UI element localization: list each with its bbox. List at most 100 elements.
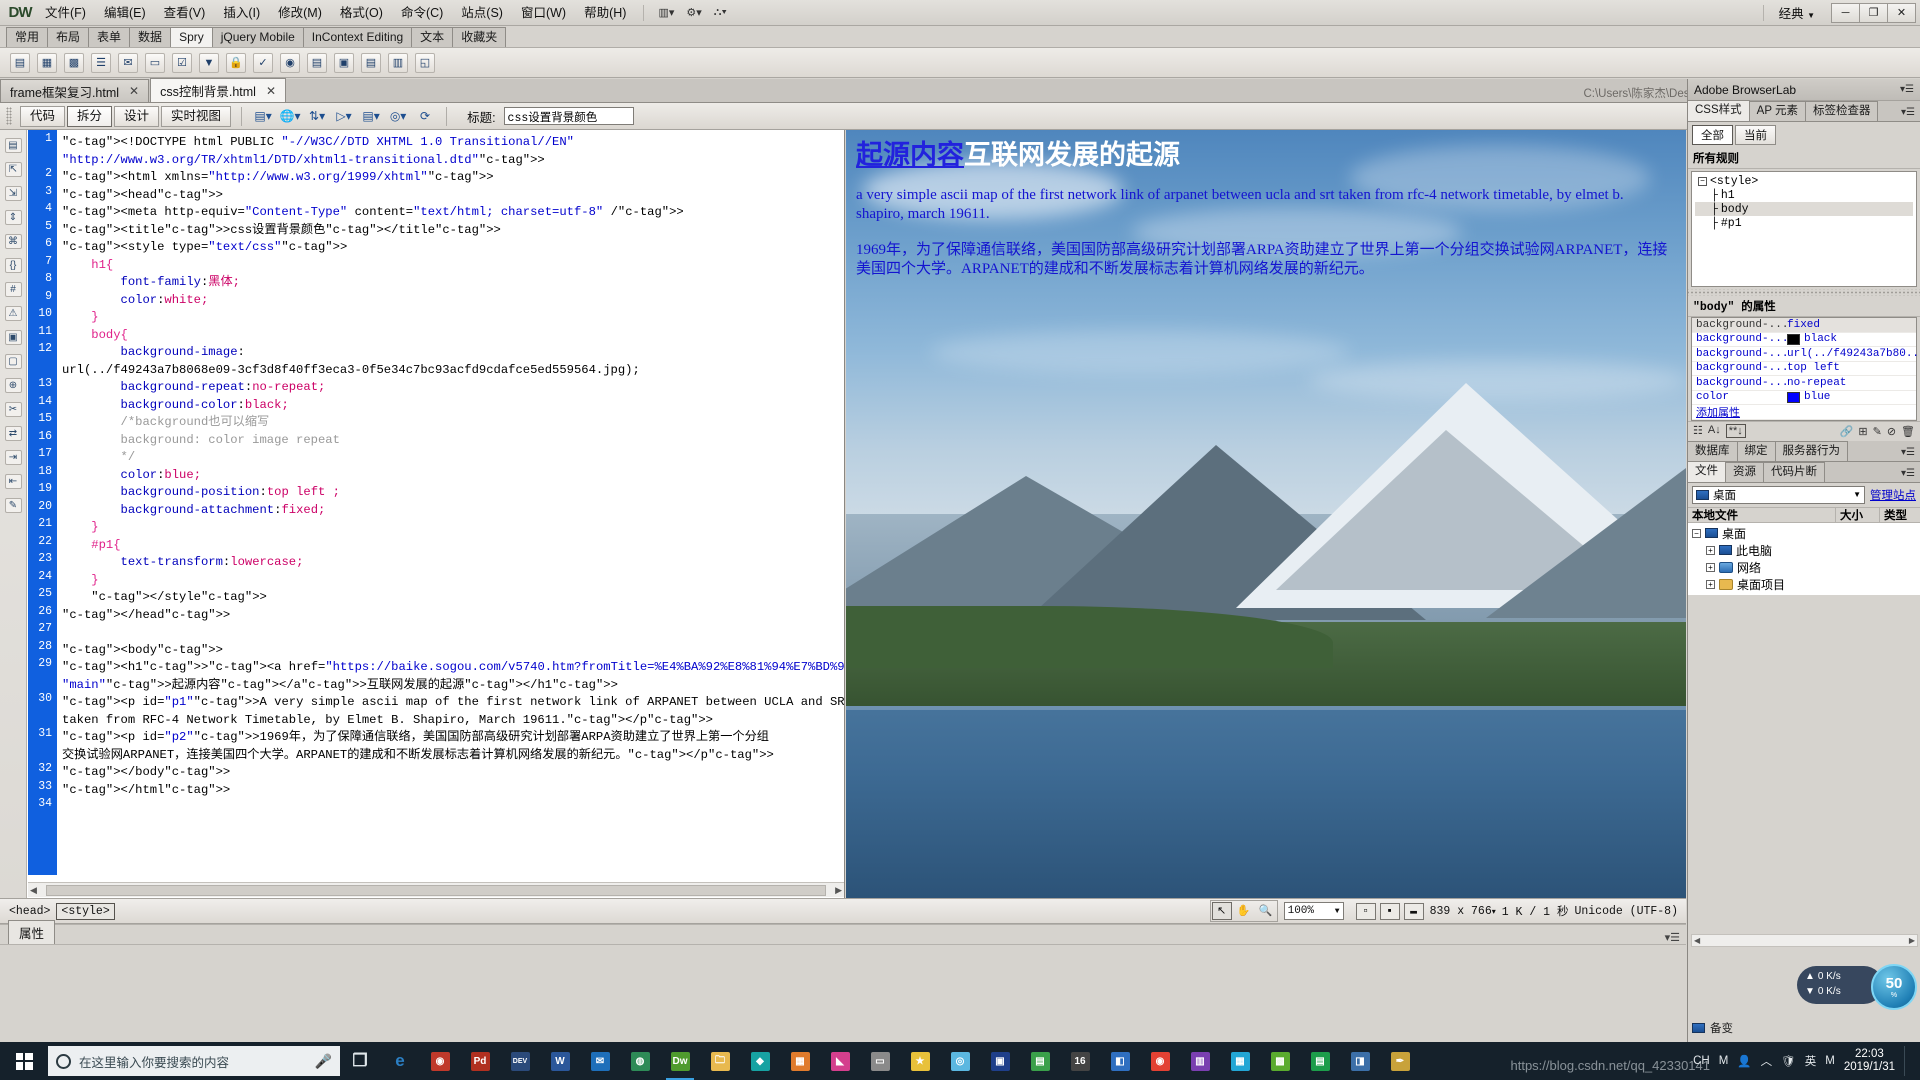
css-rule-3[interactable]: ├ #p1: [1695, 216, 1913, 230]
close-icon[interactable]: ✕: [266, 84, 276, 98]
css-property-row-3[interactable]: background-... top left: [1692, 362, 1916, 376]
manage-sites-link[interactable]: 管理站点: [1870, 487, 1916, 503]
app-yellow-icon[interactable]: ★: [900, 1042, 940, 1080]
css-property-row-4[interactable]: background-... no-repeat: [1692, 376, 1916, 391]
network-speed-widget[interactable]: ▲ 0 K/s ▼ 0 K/s 50 %: [1797, 964, 1917, 1010]
dreamweaver-icon[interactable]: Dw: [660, 1042, 700, 1080]
microphone-icon[interactable]: 🎤: [315, 1053, 332, 1070]
spry-menu-bar-icon[interactable]: ▤: [307, 52, 327, 73]
insert-tab-1[interactable]: 布局: [47, 27, 90, 47]
spry-validation-select-icon[interactable]: ▼: [199, 52, 219, 73]
css-mode-1[interactable]: 当前: [1735, 125, 1776, 145]
files-tab-1[interactable]: 资源: [1726, 461, 1764, 482]
toolbar-grip[interactable]: [6, 107, 12, 125]
check-browser-support-icon[interactable]: ⟳: [414, 106, 436, 126]
view-button-2[interactable]: 设计: [114, 105, 160, 127]
insert-tab-6[interactable]: InContext Editing: [302, 27, 413, 47]
app-lightblue-icon[interactable]: ◎: [940, 1042, 980, 1080]
open-documents-icon[interactable]: ▤: [4, 138, 22, 153]
css-property-row-2[interactable]: background-... url(../f49243a7b80...: [1692, 347, 1920, 362]
input-lang-icon[interactable]: 英: [1805, 1053, 1817, 1069]
insert-tab-7[interactable]: 文本: [411, 27, 454, 47]
delete-property-icon[interactable]: 🗑: [1901, 425, 1915, 438]
app-pen-icon[interactable]: ✒: [1380, 1042, 1420, 1080]
app-orange-icon[interactable]: ▦: [780, 1042, 820, 1080]
collapse-full-tag-icon[interactable]: ⇱: [4, 162, 22, 177]
css-properties-grid[interactable]: background-... fixed background-... black ba…: [1691, 317, 1920, 421]
page-title-input[interactable]: css设置背景颜色: [503, 107, 634, 125]
zoom-tool-icon[interactable]: 🔍: [1256, 902, 1276, 920]
insert-tab-5[interactable]: jQuery Mobile: [211, 27, 304, 47]
scroll-left-arrow-icon[interactable]: ◀: [30, 885, 37, 896]
menu-1[interactable]: 编辑(E): [95, 2, 155, 24]
css-property-value[interactable]: top left: [1787, 362, 1916, 374]
css-mode-0[interactable]: 全部: [1692, 125, 1733, 145]
properties-panel-menu-icon[interactable]: ▾☰: [1665, 931, 1686, 944]
menu-2[interactable]: 查看(V): [155, 2, 215, 24]
ime-indicator[interactable]: CH: [1693, 1055, 1710, 1067]
spry-region-icon[interactable]: ▦: [37, 52, 57, 73]
file-tree-row-1[interactable]: + 此电脑: [1688, 542, 1920, 559]
app-purple-icon[interactable]: ▥: [1180, 1042, 1220, 1080]
file-management-icon[interactable]: ▤▾: [252, 106, 274, 126]
scroll-left-arrow-icon[interactable]: ◀: [1694, 936, 1700, 945]
wrap-tag-icon[interactable]: ⊕: [4, 378, 22, 393]
spry-validation-text-field-icon[interactable]: ✉: [118, 52, 138, 73]
insert-tab-0[interactable]: 常用: [6, 27, 49, 47]
server-tab-0[interactable]: 数据库: [1688, 440, 1738, 461]
insert-tab-2[interactable]: 表单: [88, 27, 131, 47]
view-button-1[interactable]: 拆分: [67, 105, 113, 127]
show-hidden-icons-chevron[interactable]: ︿: [1761, 1053, 1773, 1069]
new-css-rule-icon[interactable]: ⊞: [1858, 425, 1867, 438]
outdent-code-icon[interactable]: ⇤: [4, 474, 22, 489]
minimize-button[interactable]: ─: [1831, 2, 1860, 23]
spry-validation-confirm-icon[interactable]: ✓: [253, 52, 273, 73]
mail-icon[interactable]: ✉: [580, 1042, 620, 1080]
app-navy-icon[interactable]: ▣: [980, 1042, 1020, 1080]
scroll-right-arrow-icon[interactable]: ▶: [1909, 936, 1915, 945]
format-source-code-icon[interactable]: ✎: [4, 498, 22, 513]
validate-markup-icon[interactable]: ◎▾: [387, 106, 409, 126]
file-panel-scrollbar[interactable]: ◀ ▶: [1691, 934, 1918, 947]
panel-menu-icon[interactable]: ▾☰: [1896, 444, 1920, 461]
panel-menu-icon[interactable]: ▾☰: [1900, 84, 1914, 95]
spry-repeat-list-icon[interactable]: ☰: [91, 52, 111, 73]
select-tool-icon[interactable]: ↖: [1211, 902, 1232, 920]
select-parent-tag-icon[interactable]: ⌘: [4, 234, 22, 249]
word-icon[interactable]: W: [540, 1042, 580, 1080]
document-tab-1[interactable]: css控制背景.html ✕: [150, 78, 287, 102]
preview-in-browser-icon[interactable]: 🌐▾: [279, 106, 301, 126]
chrome-icon[interactable]: ◉: [1140, 1042, 1180, 1080]
css-property-value[interactable]: url(../f49243a7b80...: [1787, 348, 1920, 360]
css-rule-2[interactable]: ├ body: [1695, 202, 1913, 216]
medium-screen-size-icon[interactable]: ▪: [1379, 902, 1400, 920]
css-rule-0[interactable]: − <style>: [1695, 174, 1913, 188]
css-property-value[interactable]: no-repeat: [1787, 377, 1916, 389]
server-tab-1[interactable]: 绑定: [1737, 440, 1776, 461]
css-property-value[interactable]: black: [1787, 333, 1916, 345]
app-dev-icon[interactable]: DEV: [500, 1042, 540, 1080]
view-button-0[interactable]: 代码: [20, 105, 66, 127]
column-size[interactable]: 大小: [1836, 506, 1880, 523]
show-only-set-properties-icon[interactable]: **↓: [1725, 424, 1746, 438]
large-screen-size-icon[interactable]: ▬: [1403, 902, 1424, 920]
css-property-row-1[interactable]: background-... black: [1692, 333, 1916, 347]
spry-collapsible-panel-icon[interactable]: ▥: [388, 52, 408, 73]
workspace-switcher[interactable]: 经典 ▼: [1772, 1, 1822, 24]
close-icon[interactable]: ✕: [129, 84, 139, 98]
app-counter-icon[interactable]: 16: [1060, 1042, 1100, 1080]
browserlab-panel-header[interactable]: Adobe BrowserLab ▾☰: [1688, 79, 1920, 101]
add-property-link[interactable]: 添加属性: [1692, 404, 1740, 420]
expander-icon[interactable]: −: [1692, 528, 1701, 538]
refresh-design-view-icon[interactable]: ⇅▾: [306, 106, 328, 126]
menu-9[interactable]: 帮助(H): [575, 2, 635, 24]
taskbar-clock[interactable]: 22:03 2019/1/31: [1844, 1048, 1895, 1074]
insert-tab-8[interactable]: 收藏夹: [452, 27, 507, 47]
app-sheets-icon[interactable]: ▤: [1300, 1042, 1340, 1080]
spry-repeat-icon[interactable]: ▩: [64, 52, 84, 73]
file-tree-row-0[interactable]: − 桌面: [1688, 525, 1920, 542]
css-tab-1[interactable]: AP 元素: [1749, 101, 1806, 121]
code-horizontal-scrollbar[interactable]: ◀ ▶: [28, 882, 844, 897]
zoom-level-select[interactable]: 100% ▼: [1283, 902, 1344, 920]
files-tab-2[interactable]: 代码片断: [1764, 461, 1825, 482]
